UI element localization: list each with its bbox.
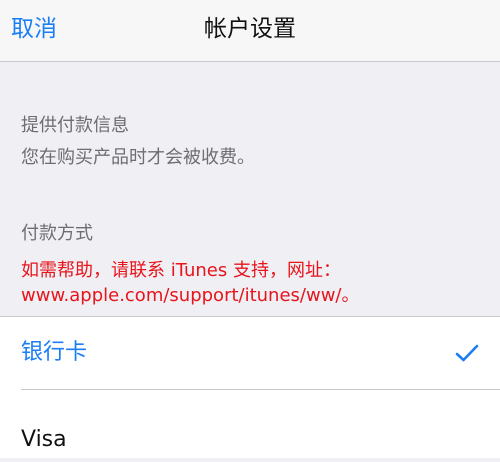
option-label-bank-card: 银行卡	[21, 340, 88, 365]
payment-option-visa[interactable]: Visa	[0, 390, 500, 462]
payment-method-heading: 付款方式	[21, 223, 93, 244]
payment-option-bank-card[interactable]: 银行卡	[0, 317, 500, 389]
navigation-bar: 取消 帐户设置	[0, 0, 500, 62]
check-icon	[455, 344, 479, 362]
option-label-visa: Visa	[21, 427, 67, 452]
payment-info-heading: 提供付款信息	[21, 115, 129, 136]
page-title: 帐户设置	[204, 16, 296, 42]
itunes-support-url: www.apple.com/support/itunes/ww/。	[21, 285, 360, 306]
itunes-help-text: 如需帮助，请联系 iTunes 支持，网址：	[21, 260, 341, 281]
payment-method-list: 银行卡 Visa	[0, 316, 500, 458]
payment-info-description: 您在购买产品时才会被收费。	[21, 147, 255, 168]
payment-info-section: 提供付款信息 您在购买产品时才会被收费。 付款方式 如需帮助，请联系 iTune…	[0, 62, 500, 316]
